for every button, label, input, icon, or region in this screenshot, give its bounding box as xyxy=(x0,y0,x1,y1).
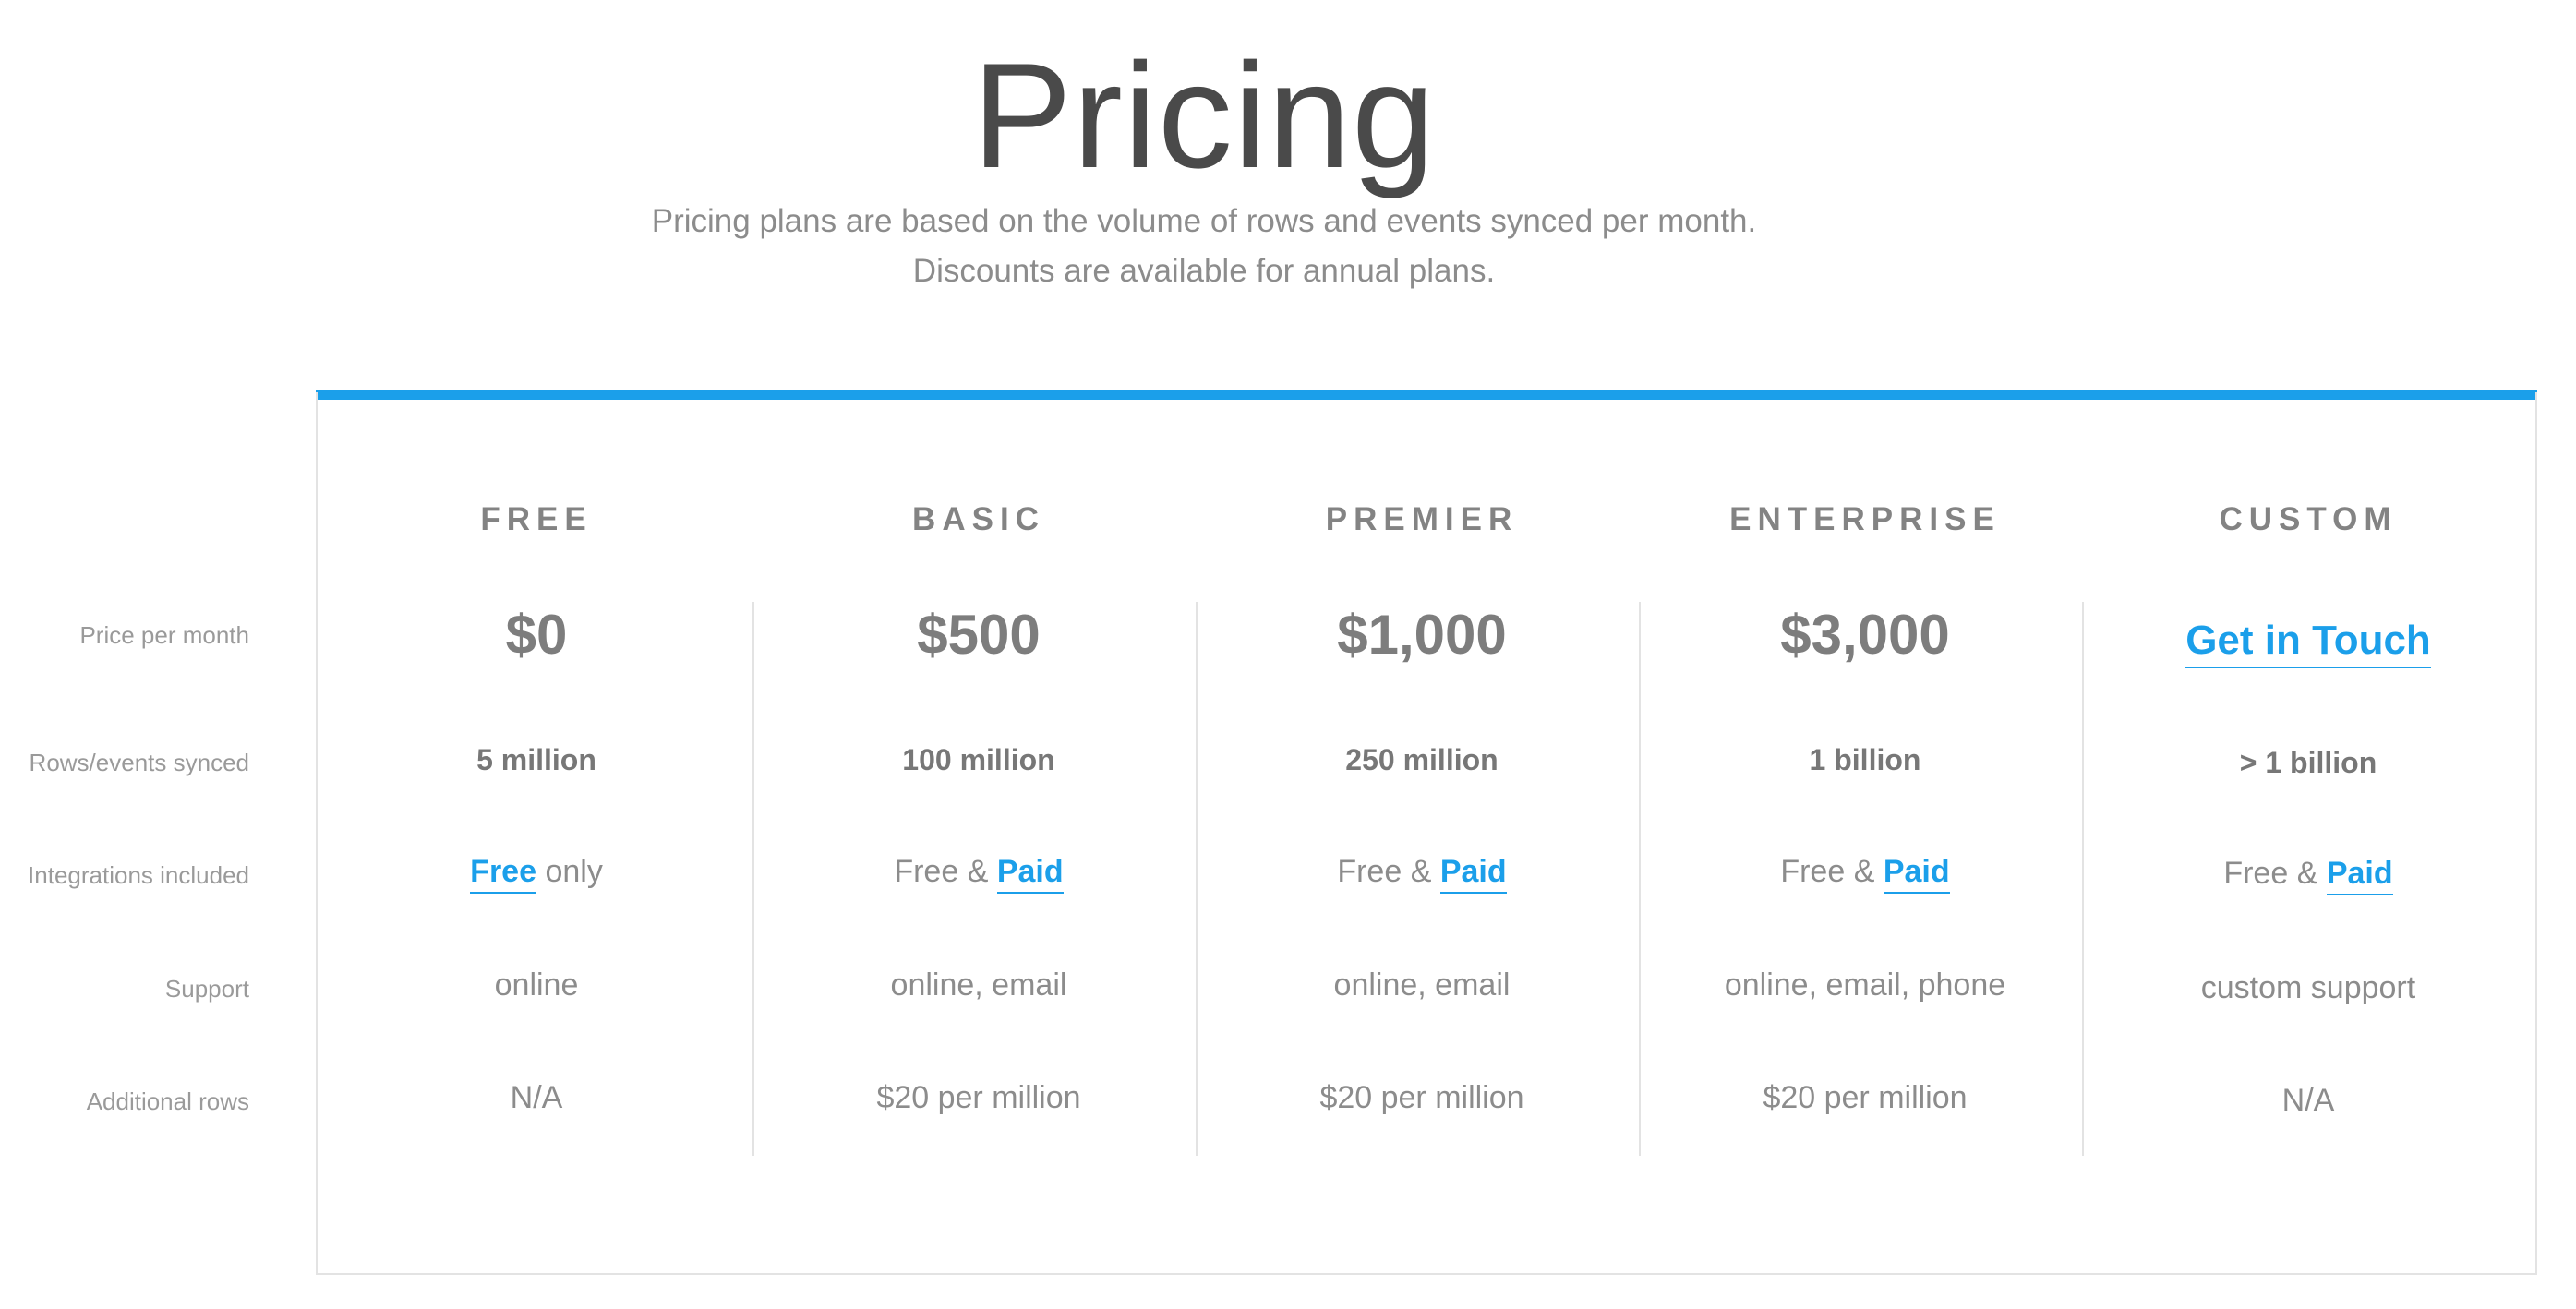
row-label-integrations: Integrations included xyxy=(28,861,249,889)
plan-additional-rows: N/A xyxy=(2281,1083,2335,1118)
plan-integrations: Free & Paid xyxy=(1200,854,1643,894)
row-label-rows: Rows/events synced xyxy=(29,749,249,776)
plan-additional-rows: $20 per million xyxy=(876,1080,1081,1115)
get-in-touch-link[interactable]: Get in Touch xyxy=(2185,618,2431,668)
plan-rows-synced: > 1 billion xyxy=(2239,746,2377,779)
plan-integrations: Free & Paid xyxy=(757,854,1200,894)
plan-name: BASIC xyxy=(912,501,1045,537)
plan-column-basic: BASIC $500 100 million Free & Paid onlin… xyxy=(757,0,1200,1309)
plan-support: online, email, phone xyxy=(1724,967,2006,1003)
plan-price: $500 xyxy=(917,604,1041,666)
plan-support: online xyxy=(494,967,579,1003)
plan-support: custom support xyxy=(2200,970,2416,1005)
plan-price: Get in Touch xyxy=(2087,607,2530,668)
plan-price: $0 xyxy=(505,604,568,666)
plan-rows-synced: 5 million xyxy=(476,743,596,776)
integrations-suffix: only xyxy=(536,854,603,889)
plan-additional-rows: $20 per million xyxy=(1319,1080,1524,1115)
integrations-prefix: Free & xyxy=(894,854,997,889)
integrations-prefix: Free & xyxy=(2223,856,2327,891)
integrations-prefix: Free & xyxy=(1780,854,1884,889)
plan-column-enterprise: ENTERPRISE $3,000 1 billion Free & Paid … xyxy=(1643,0,2087,1309)
plan-price: $1,000 xyxy=(1337,604,1507,666)
plan-additional-rows: $20 per million xyxy=(1763,1080,1968,1115)
row-label-support: Support xyxy=(164,975,249,1003)
row-label-price: Price per month xyxy=(79,621,249,649)
plan-support: online, email xyxy=(890,967,1067,1003)
plan-price: $3,000 xyxy=(1780,604,1950,666)
plan-integrations: Free & Paid xyxy=(2087,856,2530,895)
plan-name: PREMIER xyxy=(1325,501,1519,537)
plan-name: ENTERPRISE xyxy=(1729,501,2001,537)
plan-name: CUSTOM xyxy=(2219,501,2398,537)
plan-name: FREE xyxy=(480,501,593,537)
plan-column-free: FREE $0 5 million Free only online N/A xyxy=(315,0,758,1309)
plan-rows-synced: 1 billion xyxy=(1809,743,1921,776)
plan-support: online, email xyxy=(1333,967,1511,1003)
plan-column-custom: CUSTOM Get in Touch > 1 billion Free & P… xyxy=(2087,0,2530,1309)
row-label-additional: Additional rows xyxy=(86,1087,249,1115)
paid-integrations-link[interactable]: Paid xyxy=(1883,854,1950,894)
plan-integrations: Free & Paid xyxy=(1643,854,2087,894)
paid-integrations-link[interactable]: Paid xyxy=(996,854,1064,894)
plan-additional-rows: N/A xyxy=(510,1080,563,1115)
plan-integrations: Free only xyxy=(315,854,758,894)
integrations-prefix: Free & xyxy=(1337,854,1440,889)
paid-integrations-link[interactable]: Paid xyxy=(1439,854,1507,894)
free-integrations-link[interactable]: Free xyxy=(470,854,536,894)
plan-column-premier: PREMIER $1,000 250 million Free & Paid o… xyxy=(1200,0,1643,1309)
plan-rows-synced: 100 million xyxy=(902,743,1055,776)
plan-rows-synced: 250 million xyxy=(1345,743,1499,776)
paid-integrations-link[interactable]: Paid xyxy=(2326,856,2393,895)
